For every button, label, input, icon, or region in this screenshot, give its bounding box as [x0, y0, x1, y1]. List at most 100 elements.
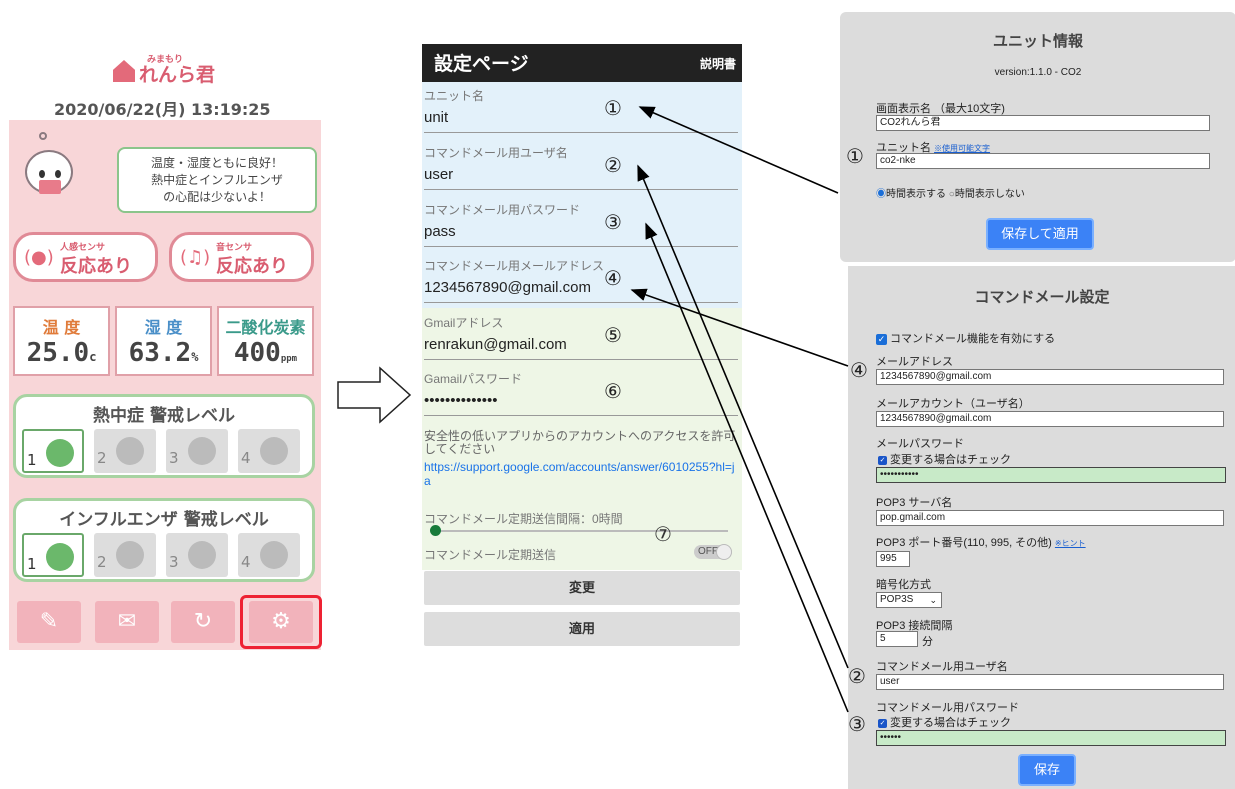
field-value[interactable]: unit	[424, 109, 448, 126]
level-4-virus: 4	[238, 533, 300, 577]
music-note-icon: (♫)	[180, 247, 211, 268]
toggle-state: OFF	[698, 546, 718, 557]
cmd-pw-change-checkbox[interactable]: ✓ 変更する場合はチェック	[878, 714, 1011, 730]
port-hint-link[interactable]: ※ヒント	[1055, 539, 1086, 548]
influenza-warning-panel: インフルエンザ 警戒レベル 1 2 3 4	[13, 498, 315, 582]
cmd-user-label: コマンドメール用ユーザ名	[876, 661, 1008, 673]
co2-value: 400	[233, 338, 281, 368]
enable-checkbox[interactable]: ✓ コマンドメール機能を有効にする	[876, 330, 1055, 346]
cmd-user-input[interactable]: user	[876, 674, 1224, 690]
periodic-send-label: コマンドメール定期送信	[424, 548, 557, 562]
influenza-title: インフルエンザ 警戒レベル	[59, 510, 269, 530]
enable-label: コマンドメール機能を有効にする	[890, 333, 1056, 345]
cmd-pw-label: コマンドメール用パスワード	[876, 702, 1019, 714]
cmd-password-field[interactable]: コマンドメール用パスワード pass ③	[422, 198, 742, 254]
heatstroke-title: 熱中症 警戒レベル	[93, 406, 235, 426]
house-icon	[113, 60, 135, 82]
display-name-label: 画面表示名 （最大10文字)	[876, 103, 1005, 115]
field-value[interactable]: renrakun@gmail.com	[424, 336, 567, 353]
sensor-status: 反応あり	[60, 256, 132, 277]
unit-info-panel: ユニット情報 version:1.1.0 - CO2 画面表示名 （最大10文字…	[840, 12, 1235, 262]
display-name-input[interactable]: CO2れんら君	[876, 115, 1210, 131]
edit-icon[interactable]: ✎	[17, 601, 81, 643]
settings-page-screen: 設定ページ 説明書 ユニット名 unit ① コマンドメール用ユーザ名 user…	[422, 44, 742, 650]
enc-label: 暗号化方式	[876, 579, 931, 591]
pop3-label: POP3 サーバ名	[876, 497, 953, 509]
command-mail-panel: コマンドメール設定 ✓ コマンドメール機能を有効にする メールアドレス ④ 123…	[848, 266, 1235, 789]
sound-sensor-card: (♫) 音センサ 反応あり	[169, 232, 314, 282]
change-check-label: 変更する場合はチェック	[890, 454, 1011, 466]
co2-card: 二酸化炭素 400ppm	[217, 306, 314, 376]
apply-button[interactable]: 適用	[424, 612, 740, 646]
cmd-user-field[interactable]: コマンドメール用ユーザ名 user ②	[422, 141, 742, 197]
version-text: version:1.1.0 - CO2	[994, 67, 1082, 78]
slider-knob[interactable]	[430, 525, 441, 536]
radio-on-label: 時間表示する	[886, 189, 946, 200]
pw-change-checkbox[interactable]: ✓ 変更する場合はチェック	[878, 451, 1011, 467]
pw-input[interactable]: •••••••••••	[876, 467, 1226, 483]
refresh-icon[interactable]: ↻	[171, 601, 235, 643]
account-label: メールアカウント（ユーザ名）	[876, 398, 1030, 410]
heatstroke-warning-panel: 熱中症 警戒レベル 1 2 3 4	[13, 394, 315, 478]
callout-number: ⑦	[654, 522, 672, 546]
chevron-down-icon: ⌄	[929, 595, 937, 605]
humidity-label: 湿 度	[144, 318, 183, 337]
humidity-card: 湿 度 63.2%	[115, 306, 212, 376]
humidity-unit: %	[191, 350, 199, 364]
change-button[interactable]: 変更	[424, 571, 740, 605]
interval-unit: 分	[922, 636, 933, 648]
logo-title: れんら君	[139, 64, 216, 86]
manual-link[interactable]: 説明書	[700, 55, 736, 72]
co2-label: 二酸化炭素	[225, 318, 306, 337]
time-display-radios[interactable]: ◉時間表示する ○時間表示しない	[876, 185, 1025, 200]
callout-number: ⑤	[604, 323, 622, 347]
bubble-line-1: 温度・湿度ともに良好！	[150, 156, 283, 170]
port-input[interactable]: 995	[876, 551, 910, 567]
change-check-label: 変更する場合はチェック	[890, 717, 1011, 729]
temperature-value: 25.0	[26, 338, 90, 368]
gmail-address-field[interactable]: Gmailアドレス renrakun@gmail.com ⑤	[422, 311, 742, 367]
interval-input[interactable]: 5	[876, 631, 918, 647]
radio-on-icon[interactable]: ◉	[876, 189, 886, 200]
field-label: コマンドメール用パスワード	[424, 203, 581, 217]
level-2-face: 2	[94, 429, 156, 473]
unit-name-input[interactable]: co2-nke	[876, 153, 1210, 169]
periodic-send-toggle[interactable]: OFF	[694, 544, 732, 560]
mail-input[interactable]: 1234567890@gmail.com	[876, 369, 1224, 385]
allowed-chars-link[interactable]: ※使用可能文字	[934, 144, 990, 153]
temperature-unit: c	[89, 350, 97, 364]
save-apply-button[interactable]: 保存して適用	[986, 218, 1094, 250]
level-3-face: 3	[166, 429, 228, 473]
robot-mascot-icon	[17, 132, 87, 207]
unit-name-field[interactable]: ユニット名 unit ①	[422, 84, 742, 140]
humidity-value: 63.2	[128, 338, 192, 368]
checkbox-checked-icon: ✓	[876, 333, 887, 345]
account-input[interactable]: 1234567890@gmail.com	[876, 411, 1224, 427]
pw-label: メールパスワード	[876, 438, 964, 450]
field-value[interactable]: ••••••••••••••	[424, 392, 498, 409]
renrakun-phone-screen: みまもり れんら君 2020/06/22(月) 13:19:25 温度・湿度とも…	[9, 52, 322, 652]
field-value[interactable]: user	[424, 166, 453, 183]
enc-select[interactable]: POP3S ⌄	[876, 592, 942, 608]
cmd-pw-input[interactable]: ••••••	[876, 730, 1226, 746]
field-value[interactable]: 1234567890@gmail.com	[424, 279, 591, 296]
interval-slider[interactable]	[432, 530, 728, 532]
transition-arrow-icon	[337, 366, 412, 424]
status-bubble: 温度・湿度ともに良好！ 熱中症とインフルエンザ の心配は少ないよ！	[117, 147, 317, 213]
callout-number: ②	[848, 664, 866, 688]
callout-number: ④	[850, 358, 868, 382]
settings-header: 設定ページ 説明書	[422, 44, 742, 82]
settings-title: 設定ページ	[434, 54, 529, 75]
mail-icon[interactable]: ✉	[95, 601, 159, 643]
command-mail-title: コマンドメール設定	[974, 289, 1110, 306]
pop3-input[interactable]: pop.gmail.com	[876, 510, 1224, 526]
gmail-password-field[interactable]: Gamailパスワード •••••••••••••• ⑥	[422, 367, 742, 423]
mail-label: メールアドレス	[876, 356, 953, 368]
save-button[interactable]: 保存	[1018, 754, 1076, 786]
cmd-mail-field[interactable]: コマンドメール用メールアドレス 1234567890@gmail.com ④	[422, 254, 742, 310]
level-2-virus: 2	[94, 533, 156, 577]
support-link[interactable]: https://support.google.com/accounts/answ…	[424, 460, 736, 488]
motion-sensor-card: (●) 人感センサ 反応あり	[13, 232, 158, 282]
callout-number: ④	[604, 266, 622, 290]
field-value[interactable]: pass	[424, 223, 456, 240]
